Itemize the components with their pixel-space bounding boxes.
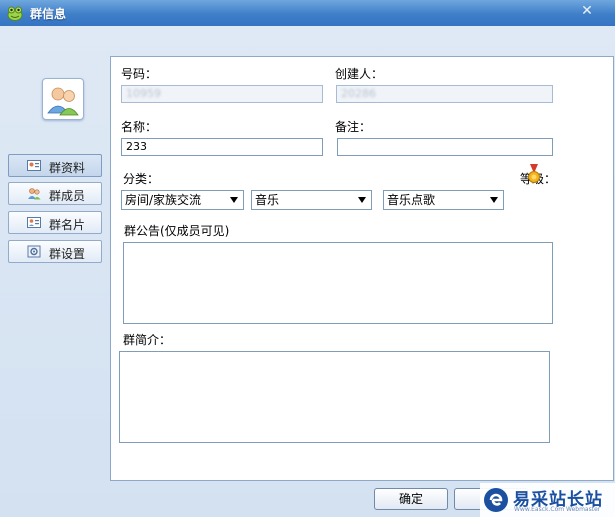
watermark-subtext: Www.Easck.Com Webmaster	[514, 506, 601, 513]
name-label: 名称：	[121, 120, 158, 134]
announcement-textarea[interactable]	[123, 242, 553, 324]
number-field: 10959	[121, 85, 323, 103]
creator-field: 20286	[336, 85, 553, 103]
sidebar-item-group-members[interactable]: 群成员	[8, 182, 102, 205]
category-1-value: 房间/家族交流	[125, 193, 202, 207]
frog-app-icon	[7, 6, 23, 21]
profile-card-icon	[27, 160, 41, 171]
number-label: 号码：	[121, 67, 158, 81]
announcement-label: 群公告(仅成员可见)	[124, 224, 230, 238]
intro-label: 群简介：	[123, 333, 172, 347]
category-label: 分类：	[123, 172, 160, 186]
dropdown-arrow-icon	[490, 197, 498, 203]
ok-button[interactable]: 确定	[374, 488, 448, 510]
name-input[interactable]: 233	[121, 138, 323, 156]
creator-label: 创建人：	[335, 67, 384, 81]
dropdown-arrow-icon	[358, 197, 366, 203]
sidebar-item-group-settings[interactable]: 群设置	[8, 240, 102, 263]
settings-icon	[27, 245, 41, 258]
note-input[interactable]	[337, 138, 553, 156]
category-select-2[interactable]: 音乐	[251, 190, 372, 210]
dropdown-arrow-icon	[230, 197, 238, 203]
sidebar-item-label: 群成员	[49, 189, 86, 203]
sidebar-item-group-card[interactable]: 群名片	[8, 211, 102, 234]
creator-value: 20286	[341, 87, 376, 100]
members-icon	[28, 188, 41, 200]
sidebar-item-label: 群名片	[49, 218, 86, 232]
category-2-value: 音乐	[255, 193, 280, 207]
watermark: 易采站长站 Www.Easck.Com Webmaster	[480, 483, 615, 517]
sidebar-item-group-profile[interactable]: 群资料	[8, 154, 102, 177]
sidebar-item-label: 群设置	[49, 247, 86, 261]
number-value: 10959	[126, 87, 161, 100]
level-medal-icon	[528, 164, 540, 183]
note-label: 备注：	[335, 120, 372, 134]
group-info-panel: 号码： 10959 创建人： 20286 名称： 233 备注： 分类： 房间/…	[110, 56, 614, 481]
close-icon[interactable]: ✕	[577, 1, 597, 21]
category-select-1[interactable]: 房间/家族交流	[121, 190, 244, 210]
window-title: 群信息	[30, 7, 67, 21]
name-card-icon	[27, 217, 41, 228]
intro-textarea[interactable]	[119, 351, 550, 443]
category-select-3[interactable]: 音乐点歌	[383, 190, 504, 210]
title-bar[interactable]: 群信息 ✕	[0, 0, 615, 26]
window-body: 群资料 群成员 群名片 群设置 号码： 10959 创建人： 20286 名称：…	[0, 26, 615, 517]
sidebar-item-label: 群资料	[49, 161, 86, 175]
category-3-value: 音乐点歌	[387, 193, 436, 207]
name-value: 233	[126, 140, 147, 153]
site-logo-icon	[484, 488, 508, 512]
group-avatar	[42, 78, 84, 120]
